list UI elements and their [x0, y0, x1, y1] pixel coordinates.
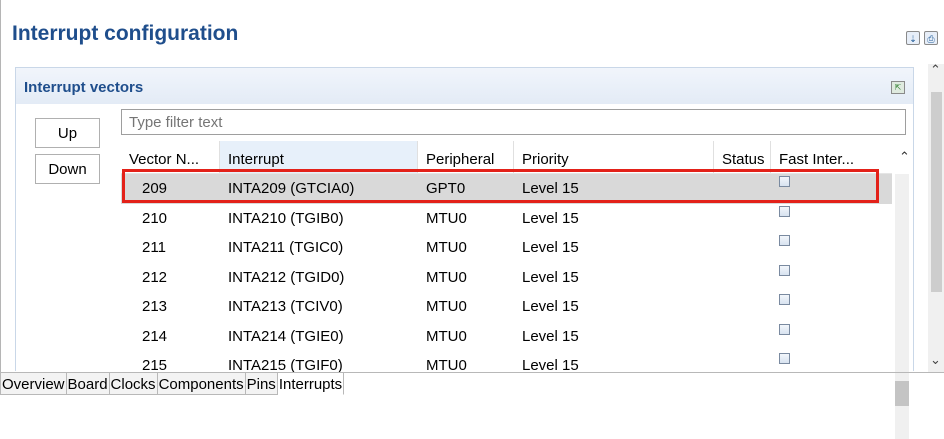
column-header-vector[interactable]: Vector N...	[121, 141, 220, 173]
priority-cell[interactable]: Level 15	[514, 292, 714, 321]
table-row[interactable]: 209 INTA209 (GTCIA0) GPT0 Level 15	[121, 174, 892, 204]
priority-cell[interactable]: Level 15	[514, 233, 714, 262]
tab-overview[interactable]: Overview	[0, 372, 67, 395]
generate-code-icon[interactable]: ⇣	[906, 31, 920, 45]
down-button[interactable]: Down	[35, 154, 100, 184]
peripheral-cell: MTU0	[426, 268, 467, 286]
fast-interrupt-cell	[771, 204, 872, 233]
filter-input[interactable]	[121, 109, 906, 135]
fast-interrupt-cell	[771, 322, 872, 351]
peripheral-cell: MTU0	[426, 327, 467, 345]
fast-interrupt-checkbox[interactable]	[779, 235, 790, 247]
priority-cell[interactable]: Level 15	[514, 322, 714, 351]
editor-tabs: Overview Board Clocks Components Pins In…	[0, 372, 345, 396]
interrupt-cell: INTA214 (TGIE0)	[228, 327, 344, 345]
collapse-icon[interactable]: ⇱	[891, 81, 905, 94]
peripheral-cell: MTU0	[426, 209, 467, 227]
fast-interrupt-cell	[771, 174, 872, 203]
peripheral-cell: MTU0	[426, 357, 467, 372]
fast-interrupt-checkbox[interactable]	[779, 176, 790, 188]
fast-interrupt-checkbox[interactable]	[779, 205, 790, 217]
vector-cell: 209	[142, 180, 168, 198]
section-header[interactable]: Interrupt vectors ⇱	[16, 68, 913, 104]
table-row[interactable]: 215 INTA215 (TGIF0) MTU0 Level 15	[121, 351, 892, 372]
interrupt-cell: INTA211 (TGIC0)	[228, 239, 344, 257]
fast-interrupt-checkbox[interactable]	[779, 294, 790, 306]
vector-cell: 214	[142, 327, 168, 345]
header-toolbar: ⇣ ⎙	[906, 31, 938, 45]
table-body: 209 INTA209 (GTCIA0) GPT0 Level 15 210 INTA21…	[121, 174, 892, 372]
fast-interrupt-cell	[771, 233, 872, 262]
fast-interrupt-cell	[771, 351, 872, 372]
peripheral-cell: MTU0	[426, 298, 467, 316]
table-row[interactable]: 210 INTA210 (TGIB0) MTU0 Level 15	[121, 204, 892, 234]
scroll-up-icon[interactable]: ⌃	[899, 149, 910, 165]
page-scroll-down-icon[interactable]: ⌄	[930, 352, 941, 368]
column-header-fast-interrupt[interactable]: Fast Inter...	[771, 141, 872, 170]
table-row[interactable]: 212 INTA212 (TGID0) MTU0 Level 15	[121, 263, 892, 293]
table-header: Vector N... Interrupt Peripheral Priorit…	[121, 141, 892, 174]
up-button[interactable]: Up	[35, 118, 100, 148]
tab-clocks[interactable]: Clocks	[109, 372, 158, 395]
peripheral-cell: MTU0	[426, 239, 467, 257]
interrupt-vectors-section: Interrupt vectors ⇱ Up Down Vector N... …	[15, 67, 914, 439]
interrupt-cell: INTA210 (TGIB0)	[228, 209, 344, 227]
priority-cell[interactable]: Level 15	[514, 174, 714, 203]
tab-components[interactable]: Components	[157, 372, 246, 395]
tab-interrupts[interactable]: Interrupts	[277, 372, 345, 395]
fast-interrupt-cell	[771, 292, 872, 321]
fast-interrupt-checkbox[interactable]	[779, 264, 790, 276]
interrupt-cell: INTA215 (TGIF0)	[228, 357, 343, 372]
column-header-priority[interactable]: Priority	[514, 141, 714, 173]
fast-interrupt-checkbox[interactable]	[779, 323, 790, 335]
vector-cell: 211	[142, 239, 166, 257]
priority-cell[interactable]: Level 15	[514, 351, 714, 372]
tab-board[interactable]: Board	[66, 372, 110, 395]
interrupt-cell: INTA213 (TCIV0)	[228, 298, 343, 316]
table-row[interactable]: 211 INTA211 (TGIC0) MTU0 Level 15	[121, 233, 892, 263]
page-title: Interrupt configuration	[12, 22, 239, 45]
left-border	[0, 0, 1, 372]
vector-cell: 213	[142, 298, 168, 316]
tab-pins[interactable]: Pins	[245, 372, 278, 395]
fast-interrupt-checkbox[interactable]	[779, 353, 790, 365]
vector-cell: 215	[142, 357, 168, 372]
priority-cell[interactable]: Level 15	[514, 204, 714, 233]
table-scrollbar-thumb[interactable]	[895, 381, 909, 406]
section-title: Interrupt vectors	[24, 79, 144, 96]
column-header-interrupt[interactable]: Interrupt	[220, 141, 418, 173]
print-icon[interactable]: ⎙	[924, 31, 938, 45]
interrupt-table: Vector N... Interrupt Peripheral Priorit…	[121, 141, 892, 372]
table-row[interactable]: 214 INTA214 (TGIE0) MTU0 Level 15	[121, 322, 892, 352]
column-header-peripheral[interactable]: Peripheral	[418, 141, 514, 173]
priority-cell[interactable]: Level 15	[514, 263, 714, 292]
interrupt-cell: INTA212 (TGID0)	[228, 268, 345, 286]
interrupt-cell: INTA209 (GTCIA0)	[228, 180, 355, 198]
column-header-status[interactable]: Status	[714, 141, 771, 173]
fast-interrupt-cell	[771, 263, 872, 292]
peripheral-cell: GPT0	[426, 180, 466, 198]
vector-cell: 212	[142, 268, 168, 286]
page-scrollbar-thumb[interactable]	[931, 92, 942, 292]
page-scroll-up-icon[interactable]: ⌃	[930, 62, 941, 78]
vector-cell: 210	[142, 209, 168, 227]
table-row[interactable]: 213 INTA213 (TCIV0) MTU0 Level 15	[121, 292, 892, 322]
